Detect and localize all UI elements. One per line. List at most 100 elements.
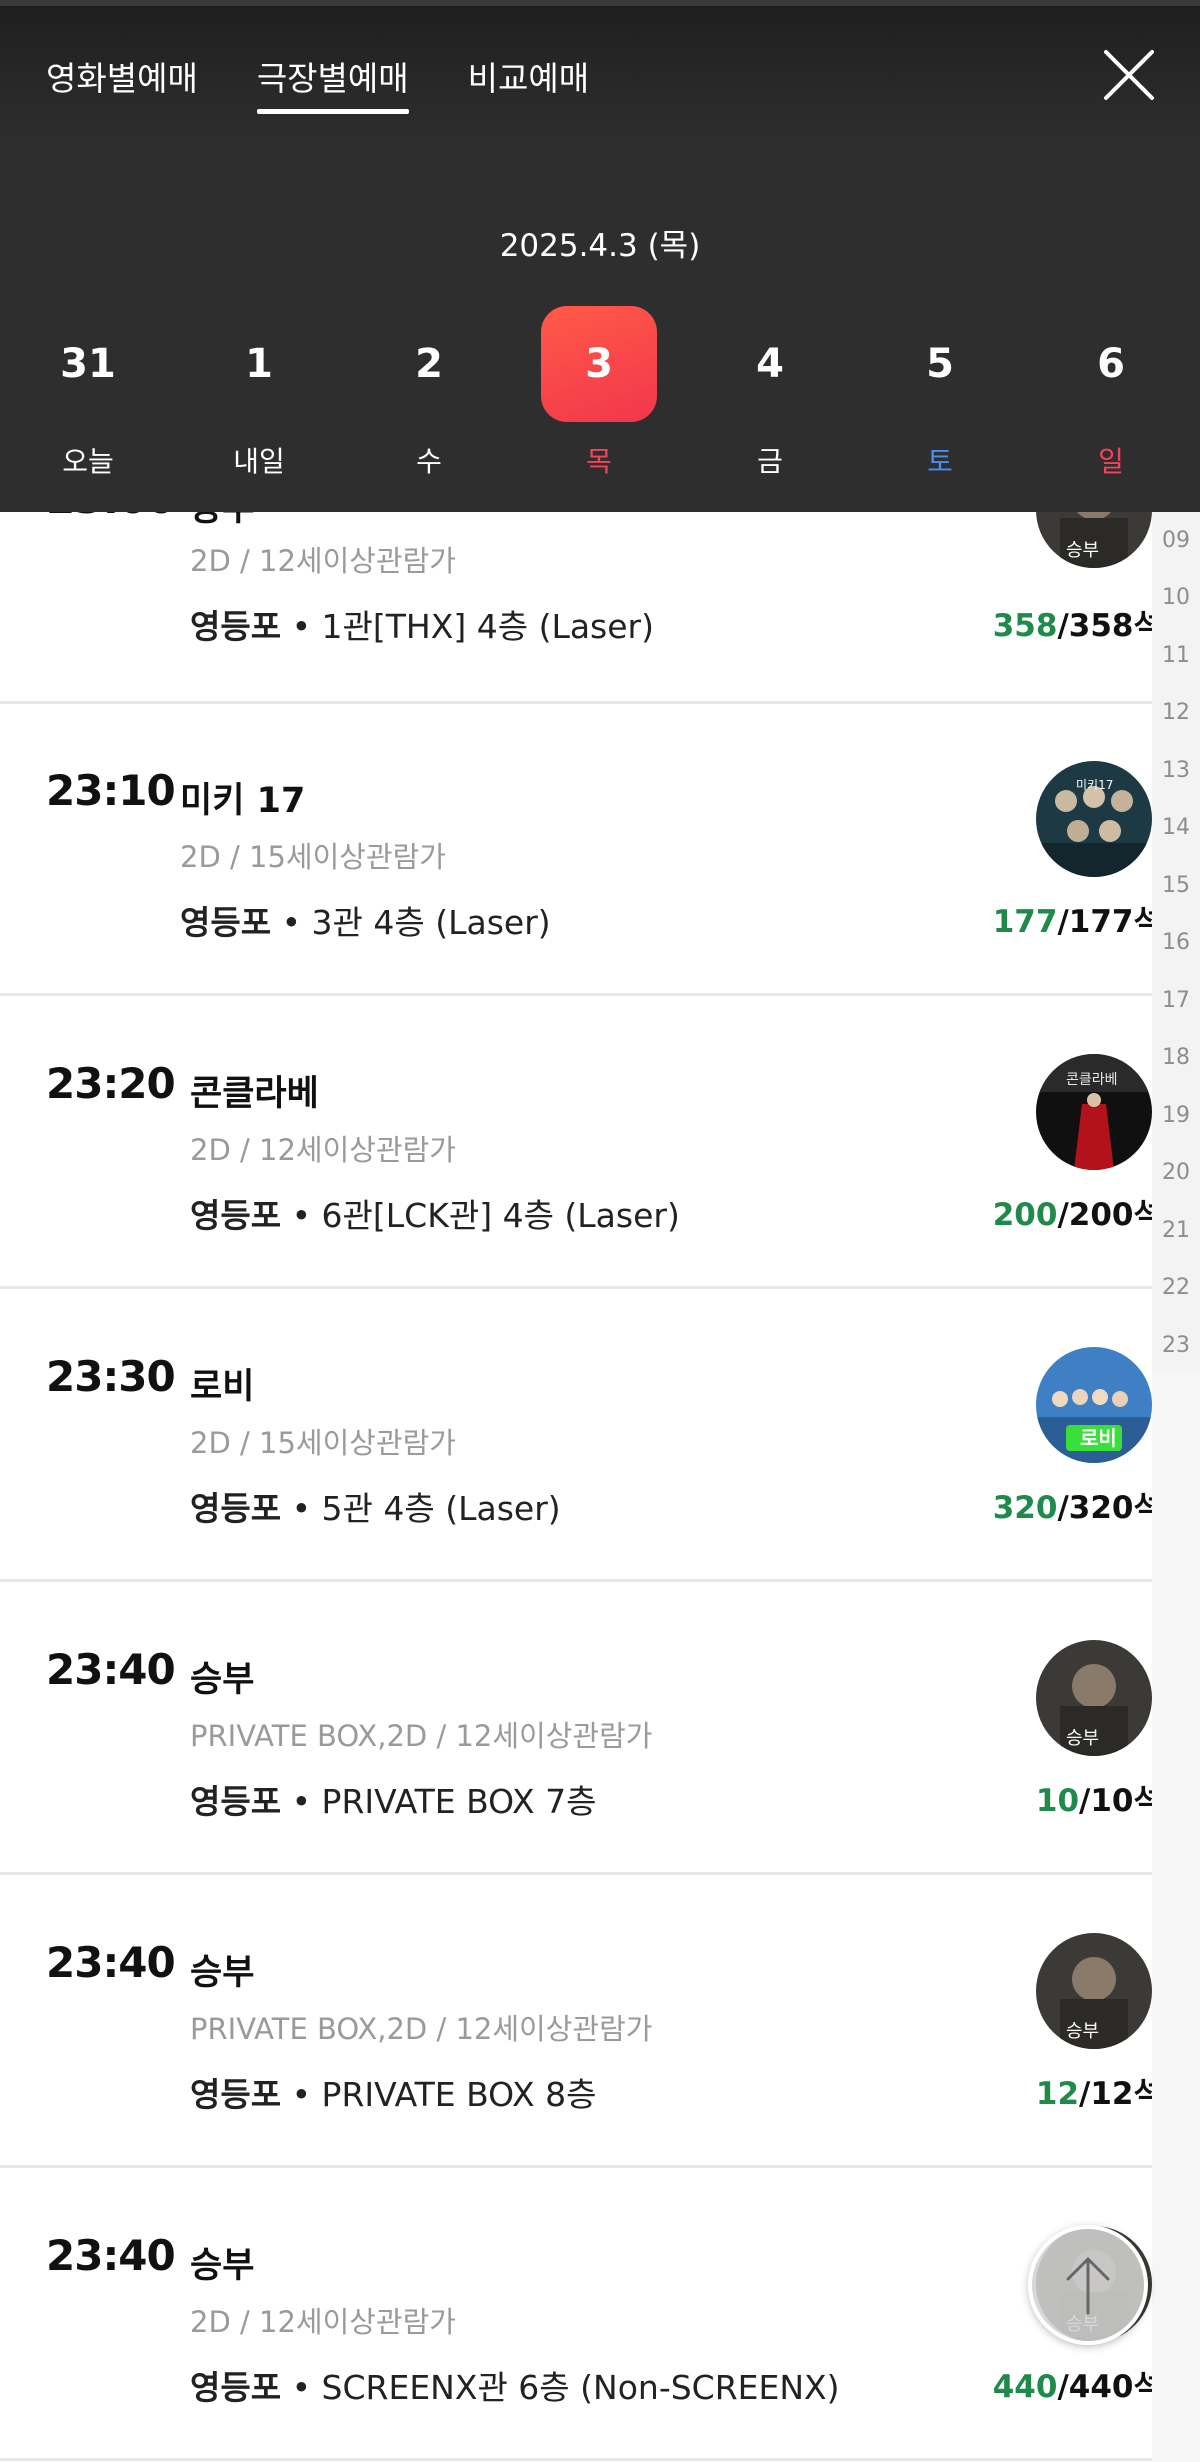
hall-name: 5관 4층 (Laser) xyxy=(321,1489,561,1528)
svg-text:승부: 승부 xyxy=(1066,1728,1099,1749)
selected-date: 2025.4.3 (목) xyxy=(499,228,701,264)
time-index-hour[interactable]: 17 xyxy=(1152,988,1200,1013)
venue-info: 영등포 • PRIVATE BOX 7층 xyxy=(190,1782,597,1821)
seat-count: 10/10석 xyxy=(1035,1783,1162,1819)
venue-info: 영등포 • 6관[LCK관] 4층 (Laser) xyxy=(190,1196,680,1235)
showtime-row[interactable]: 23:10 미키 17 2D / 15세이상관람가 영등포 • 3관 4층 (L… xyxy=(0,706,1200,996)
showtime-row[interactable]: 23:40 승부 PRIVATE BOX,2D / 12세이상관람가 영등포 •… xyxy=(0,1878,1200,2168)
date-weekday: 수 xyxy=(416,445,442,478)
time-index-hour[interactable]: 15 xyxy=(1152,873,1200,898)
movie-title: 승부 xyxy=(190,1660,255,1700)
showtime-row[interactable]: 23:20 콘클라베 2D / 12세이상관람가 영등포 • 6관[LCK관] … xyxy=(0,999,1200,1289)
date-number: 4 xyxy=(756,341,784,387)
time-index-hour[interactable]: 14 xyxy=(1152,815,1200,840)
venue-info: 영등포 • 1관[THX] 4층 (Laser) xyxy=(190,607,654,646)
date-weekday: 오늘 xyxy=(62,445,114,478)
movie-title: 로비 xyxy=(190,1367,255,1407)
showtime-row[interactable]: 23:40 승부 PRIVATE BOX,2D / 12세이상관람가 영등포 •… xyxy=(0,1585,1200,1875)
time-index-hour[interactable]: 22 xyxy=(1152,1275,1200,1300)
movie-format-rating: 2D / 12세이상관람가 xyxy=(190,544,456,578)
movie-format-rating: 2D / 12세이상관람가 xyxy=(190,2305,456,2339)
time-index-hour[interactable]: 11 xyxy=(1152,643,1200,668)
hall-name: PRIVATE BOX 8층 xyxy=(321,2075,597,2114)
close-icon xyxy=(1104,50,1154,100)
scroll-to-top-button[interactable] xyxy=(1028,2225,1148,2345)
hall-name: PRIVATE BOX 7층 xyxy=(321,1782,597,1821)
cinema-name: 영등포 xyxy=(190,1196,282,1235)
booking-header: 영화별예매 극장별예매 비교예매 2025.4.3 (목) 31 오늘 1 내일… xyxy=(0,0,1200,512)
hall-name: SCREENX관 6층 (Non-SCREENX) xyxy=(321,2368,840,2407)
venue-info: 영등포 • 3관 4층 (Laser) xyxy=(180,903,551,942)
movie-title: 미키 17 xyxy=(180,781,306,821)
time-index-hour[interactable]: 23 xyxy=(1152,1333,1200,1358)
arrow-up-icon xyxy=(1066,2257,1110,2315)
movie-poster: 콘클라베 xyxy=(1036,1054,1152,1170)
time-index-hour[interactable]: 09 xyxy=(1152,528,1200,553)
time-index-hour[interactable]: 21 xyxy=(1152,1218,1200,1243)
time-index-hour[interactable]: 16 xyxy=(1152,930,1200,955)
movie-title: 승부 xyxy=(190,2246,255,2286)
movie-format-rating: 2D / 15세이상관람가 xyxy=(180,840,446,874)
date-weekday: 일 xyxy=(1098,445,1124,478)
movie-format-rating: 2D / 12세이상관람가 xyxy=(190,1133,456,1167)
date-item[interactable]: 31 오늘 xyxy=(30,306,146,486)
movie-title: 콘클라베 xyxy=(190,1074,319,1114)
date-weekday: 금 xyxy=(757,445,783,478)
movie-poster: 미키17 xyxy=(1036,761,1152,877)
scroll-rail xyxy=(1152,1372,1200,2462)
movie-poster: 승부 xyxy=(1036,1640,1152,1756)
date-item-selected[interactable]: 3 목 xyxy=(541,306,657,486)
date-item[interactable]: 4 금 xyxy=(712,306,828,486)
showtime-time: 23:40 xyxy=(46,2231,176,2280)
seat-count: 440/440석 xyxy=(992,2369,1162,2405)
date-item[interactable]: 2 수 xyxy=(371,306,487,486)
cinema-name: 영등포 xyxy=(190,607,282,646)
cinema-name: 영등포 xyxy=(190,2368,282,2407)
svg-text:콘클라베: 콘클라베 xyxy=(1066,1072,1118,1088)
showtime-time: 23:40 xyxy=(46,1645,176,1694)
showtime-row[interactable]: 23:40 승부 2D / 12세이상관람가 영등포 • SCREENX관 6층… xyxy=(0,2171,1200,2461)
movie-poster: 로비 xyxy=(1036,1347,1152,1463)
time-index-hour[interactable]: 12 xyxy=(1152,700,1200,725)
tab-compare[interactable]: 비교예매 xyxy=(468,52,589,114)
hall-name: 6관[LCK관] 4층 (Laser) xyxy=(321,1196,680,1235)
date-item[interactable]: 6 일 xyxy=(1053,306,1169,486)
date-weekday: 목 xyxy=(586,445,612,478)
date-weekday: 내일 xyxy=(233,445,285,478)
hall-name: 1관[THX] 4층 (Laser) xyxy=(321,607,654,646)
showtime-time: 23:40 xyxy=(46,1938,176,1987)
time-index-hour[interactable]: 18 xyxy=(1152,1045,1200,1070)
tab-by-theater[interactable]: 극장별예매 xyxy=(256,52,409,114)
time-index-hour[interactable]: 19 xyxy=(1152,1103,1200,1128)
time-index-hour[interactable]: 20 xyxy=(1152,1160,1200,1185)
date-number: 5 xyxy=(926,341,954,387)
close-button[interactable] xyxy=(1100,46,1158,104)
date-item[interactable]: 5 토 xyxy=(882,306,998,486)
seat-count: 320/320석 xyxy=(992,1490,1162,1526)
svg-text:승부: 승부 xyxy=(1066,2021,1099,2042)
seat-count: 358/358석 xyxy=(992,608,1162,644)
date-weekday: 토 xyxy=(927,445,953,478)
cinema-name: 영등포 xyxy=(190,1782,282,1821)
date-number: 3 xyxy=(541,306,657,422)
date-number: 1 xyxy=(245,341,273,387)
seat-count: 200/200석 xyxy=(992,1197,1162,1233)
movie-poster: 승부 xyxy=(1036,1933,1152,2049)
tab-by-movie[interactable]: 영화별예매 xyxy=(46,52,198,114)
svg-text:승부: 승부 xyxy=(1066,540,1099,561)
venue-info: 영등포 • 5관 4층 (Laser) xyxy=(190,1489,561,1528)
movie-format-rating: PRIVATE BOX,2D / 12세이상관람가 xyxy=(190,1719,653,1753)
showtime-time: 23:10 xyxy=(46,766,176,815)
showtime-row[interactable]: 23:30 로비 2D / 15세이상관람가 영등포 • 5관 4층 (Lase… xyxy=(0,1292,1200,1582)
date-item[interactable]: 1 내일 xyxy=(201,306,317,486)
time-index-hour[interactable]: 10 xyxy=(1152,585,1200,610)
movie-format-rating: 2D / 15세이상관람가 xyxy=(190,1426,456,1460)
cinema-name: 영등포 xyxy=(190,1489,282,1528)
movie-format-rating: PRIVATE BOX,2D / 12세이상관람가 xyxy=(190,2012,653,2046)
showtime-time: 23:30 xyxy=(46,1352,176,1401)
seat-count: 177/177석 xyxy=(992,904,1162,940)
hall-name: 3관 4층 (Laser) xyxy=(311,903,551,942)
time-index-hour[interactable]: 13 xyxy=(1152,758,1200,783)
time-index-bar[interactable]: 09 10 11 12 13 14 15 16 17 18 19 20 21 2… xyxy=(1152,512,1200,1372)
date-number: 31 xyxy=(60,341,116,387)
